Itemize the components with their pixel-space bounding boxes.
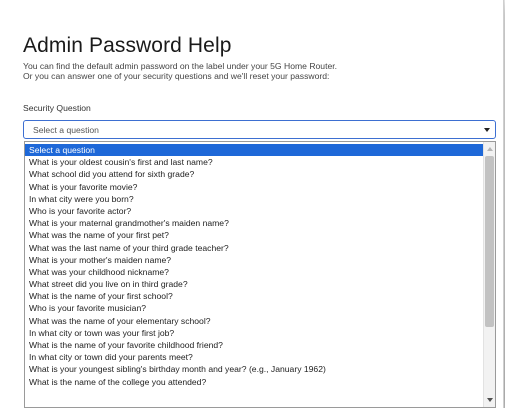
option-favorite-musician[interactable]: Who is your favorite musician? xyxy=(25,302,483,314)
security-question-dropdown-list: Select a question What is your oldest co… xyxy=(24,141,496,408)
option-first-pet-name[interactable]: What was the name of your first pet? xyxy=(25,229,483,241)
scroll-up-arrow-icon[interactable] xyxy=(487,147,493,151)
chevron-down-icon xyxy=(484,128,490,132)
select-current-value: Select a question xyxy=(33,125,99,135)
scroll-down-arrow-icon[interactable] xyxy=(487,398,493,402)
option-favorite-movie[interactable]: What is your favorite movie? xyxy=(25,181,483,193)
intro-line-1: You can find the default admin password … xyxy=(23,61,338,71)
option-favorite-actor[interactable]: Who is your favorite actor? xyxy=(25,205,483,217)
option-mother-maiden-name[interactable]: What is your mother's maiden name? xyxy=(25,254,483,266)
dialog-intro: You can find the default admin password … xyxy=(23,61,483,82)
security-question-label: Security Question xyxy=(23,103,91,113)
option-third-grade-teacher[interactable]: What was the last name of your third gra… xyxy=(25,242,483,254)
options-list: Select a question What is your oldest co… xyxy=(25,144,483,388)
dropdown-scrollbar[interactable] xyxy=(483,142,495,407)
option-first-job-city[interactable]: In what city or town was your first job? xyxy=(25,327,483,339)
option-elementary-school-name[interactable]: What was the name of your elementary sch… xyxy=(25,315,483,327)
option-birth-city[interactable]: In what city were you born? xyxy=(25,193,483,205)
option-oldest-cousin-name[interactable]: What is your oldest cousin's first and l… xyxy=(25,156,483,168)
option-college-name[interactable]: What is the name of the college you atte… xyxy=(25,376,483,388)
scrollbar-thumb[interactable] xyxy=(485,156,494,327)
option-youngest-sibling-birthday[interactable]: What is your youngest sibling's birthday… xyxy=(25,363,483,375)
dialog-title: Admin Password Help xyxy=(23,34,232,57)
intro-line-2: Or you can answer one of your security q… xyxy=(23,71,330,82)
option-parents-meet-city[interactable]: In what city or town did your parents me… xyxy=(25,351,483,363)
security-question-select[interactable]: Select a question xyxy=(23,120,496,139)
admin-password-help-dialog: Admin Password Help You can find the def… xyxy=(0,0,504,408)
option-childhood-nickname[interactable]: What was your childhood nickname? xyxy=(25,266,483,278)
option-childhood-friend-name[interactable]: What is the name of your favorite childh… xyxy=(25,339,483,351)
option-select-a-question[interactable]: Select a question xyxy=(25,144,483,157)
option-maternal-grandmother-maiden-name[interactable]: What is your maternal grandmother's maid… xyxy=(25,217,483,229)
option-first-school-name[interactable]: What is the name of your first school? xyxy=(25,290,483,302)
option-third-grade-street[interactable]: What street did you live on in third gra… xyxy=(25,278,483,290)
option-sixth-grade-school[interactable]: What school did you attend for sixth gra… xyxy=(25,168,483,180)
